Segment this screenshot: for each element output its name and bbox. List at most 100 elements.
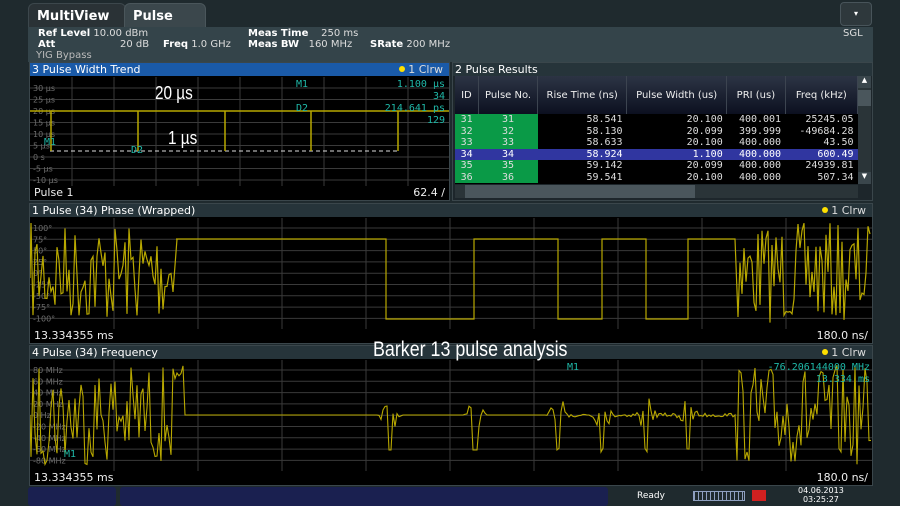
- tab-pulse[interactable]: Pulse: [124, 3, 206, 28]
- table-cell: 58.924: [537, 148, 627, 160]
- table-cell: 32: [478, 125, 538, 137]
- ref-level-label: Ref Level: [38, 28, 91, 39]
- column-header[interactable]: Pulse Width (us): [626, 76, 728, 114]
- status-date: 04.06.2013: [798, 486, 844, 495]
- error-icon: [752, 490, 766, 501]
- table-cell: -49684.28: [799, 125, 854, 137]
- table-cell: 32: [455, 125, 479, 137]
- horizontal-scrollbar[interactable]: [455, 185, 858, 198]
- pulse-width-trend-panel[interactable]: 3 Pulse Width Trend 1 Clrw 30 µs 25 µs 20 µ…: [29, 62, 450, 201]
- table-row[interactable]: 35 35 59.142 20.099 400.000 24939.81: [455, 160, 858, 172]
- table-cell: 24939.81: [805, 160, 854, 171]
- freq-value: 1.0 GHz: [191, 39, 231, 50]
- meas-bw-label: Meas BW: [248, 39, 300, 50]
- table-cell: 43.50: [823, 137, 854, 148]
- panel-title: 3 Pulse Width Trend: [32, 63, 141, 76]
- footer-left: Pulse 1: [34, 186, 74, 199]
- y-tick-label: -100°: [33, 314, 55, 323]
- table-cell: 59.541: [586, 171, 623, 183]
- table-cell: 20.099: [686, 160, 723, 171]
- column-header[interactable]: Pulse No.: [478, 76, 539, 114]
- footer-left: 13.334355 ms: [34, 329, 114, 342]
- d2-readout-index: 129: [427, 115, 445, 126]
- tab-label: MultiView: [37, 9, 110, 24]
- status-ready: Ready: [637, 491, 665, 501]
- meas-time-label: Meas Time: [248, 28, 309, 39]
- table-cell: 31: [478, 114, 538, 126]
- phase-panel[interactable]: 1 Pulse (34) Phase (Wrapped) 1 Clrw 100° 7…: [29, 203, 873, 344]
- table-cell: 59.142: [586, 160, 623, 171]
- d2-readout-value: 214.641 ps: [385, 103, 445, 114]
- column-header[interactable]: Rise Time (ns): [537, 76, 628, 114]
- status-bar: Ready 04.06.2013 03:25:27: [28, 486, 873, 506]
- table-cell: 36: [455, 171, 479, 183]
- table-cell: 399.999: [738, 125, 782, 137]
- trace-indicator: 1 Clrw: [822, 204, 866, 217]
- table-cell: 507.34: [817, 171, 854, 183]
- y-tick-label: 75°: [33, 235, 47, 244]
- table-cell: 58.633: [586, 137, 623, 148]
- table-cell: 31: [455, 114, 479, 126]
- scroll-down-icon[interactable]: ▼: [858, 172, 871, 184]
- phase-plot: 100°75°50°25°0°-25°-50°-75°-100°: [30, 218, 872, 331]
- table-cell: 34: [478, 148, 538, 160]
- column-header[interactable]: Freq (kHz): [785, 76, 858, 114]
- freq-label: Freq: [163, 39, 189, 50]
- status-time: 03:25:27: [802, 495, 839, 504]
- y-tick-label: -80 MHz: [33, 456, 66, 465]
- table-row[interactable]: 32 32 58.130 20.099 399.999 -49684.28: [455, 125, 858, 137]
- table-cell: 600.49: [785, 148, 858, 160]
- ref-level-value: 10.00 dBm: [93, 28, 149, 39]
- vertical-scrollbar[interactable]: ▲ ▼: [858, 76, 871, 184]
- sweep-mode: SGL: [843, 28, 863, 39]
- table-row[interactable]: 36 36 59.541 20.100 400.000 507.34: [455, 171, 858, 183]
- table-cell: 58.130: [586, 125, 623, 137]
- meas-bw-value: 160 MHz: [308, 39, 353, 50]
- table-row[interactable]: 31 31 58.541 20.100 400.001 25245.05: [455, 114, 858, 126]
- column-header[interactable]: ID: [455, 76, 479, 114]
- y-tick-label: -10 µs: [33, 176, 58, 185]
- panel-title: 2 Pulse Results: [453, 63, 872, 76]
- meas-time-value: 250 ms: [321, 28, 359, 39]
- att-value: 20 dB: [120, 39, 150, 50]
- footer-right: 62.4 /: [413, 186, 445, 199]
- tab-label: Pulse: [133, 9, 173, 24]
- footer-right: 180.0 ns/: [816, 471, 868, 484]
- m1-readout-value: -76.206144000 MHz: [768, 362, 870, 373]
- d2-readout-label: D2: [296, 103, 308, 114]
- table-row[interactable]: 34 34 58.924 1.100 400.000 600.49: [455, 148, 858, 160]
- table-cell: 20.100: [686, 171, 723, 183]
- column-header[interactable]: PRI (us): [726, 76, 786, 114]
- pulse-results-panel[interactable]: 2 Pulse Results ID Pulse No. Rise Time (ns…: [452, 62, 873, 201]
- trace-indicator: 1 Clrw: [822, 346, 866, 359]
- y-tick-label: 0 Hz: [33, 411, 51, 420]
- trend-plot: 30 µs25 µs20 µs15 µs10 µs5 µs0 s-5 µs-10…: [30, 77, 449, 187]
- chevron-down-icon: ▾: [853, 9, 858, 18]
- tab-multiview[interactable]: MultiView ▪▪: [28, 3, 126, 38]
- table-cell: 35: [478, 160, 538, 172]
- y-tick-label: 80 MHz: [33, 366, 63, 375]
- table-cell: 20.100: [686, 137, 723, 148]
- frequency-panel[interactable]: 4 Pulse (34) Frequency 1 Clrw 80 MHz 60 MH…: [29, 345, 873, 486]
- yig-bypass: YIG Bypass: [36, 50, 92, 61]
- y-tick-label: 60 MHz: [33, 377, 63, 386]
- marker-m1-label: M1: [64, 449, 76, 460]
- att-label: Att: [38, 39, 56, 50]
- y-tick-label: 40 MHz: [33, 389, 63, 398]
- panel-title: 1 Pulse (34) Phase (Wrapped): [32, 204, 196, 217]
- scroll-up-icon[interactable]: ▲: [858, 76, 871, 88]
- table-cell: 400.000: [738, 137, 782, 148]
- table-cell: 400.000: [726, 148, 786, 160]
- progress-icon: [693, 491, 745, 501]
- y-tick-label: -75°: [33, 303, 50, 312]
- table-cell: 33: [478, 137, 538, 149]
- menu-button[interactable]: ▾: [840, 2, 872, 26]
- m1-readout-index: 34: [433, 91, 445, 102]
- table-cell: 20.099: [686, 125, 723, 137]
- annotation-20us: 20 µs: [155, 83, 193, 103]
- table-row[interactable]: 33 33 58.633 20.100 400.000 43.50: [455, 137, 858, 149]
- footer-right: 180.0 ns/: [816, 329, 868, 342]
- y-tick-label: -5 µs: [33, 165, 53, 174]
- frequency-plot: 80 MHz60 MHz40 MHz20 MHz0 Hz-20 MHz-40 M…: [30, 360, 872, 473]
- m1-readout-label: M1: [567, 362, 579, 373]
